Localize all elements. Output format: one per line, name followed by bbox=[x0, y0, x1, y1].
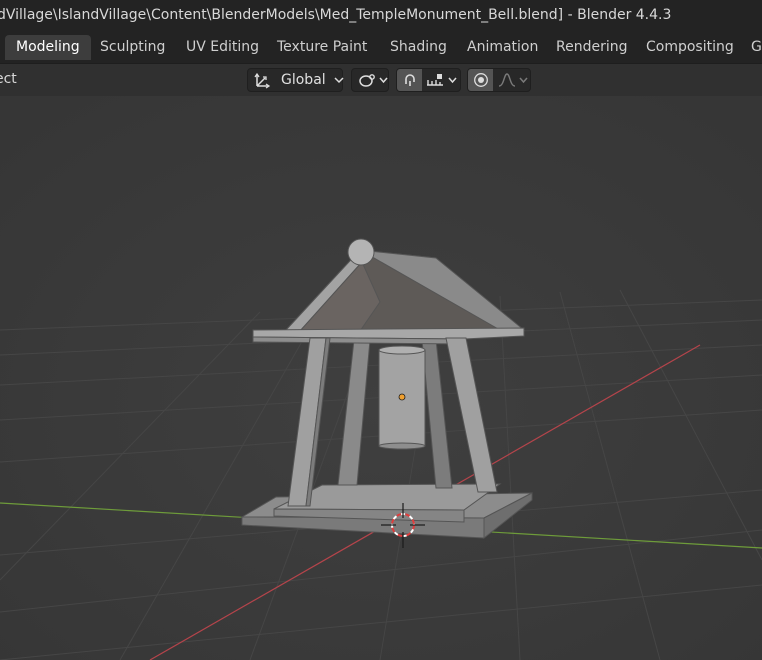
select-menu[interactable]: ect bbox=[0, 71, 17, 87]
object-origin-dot bbox=[398, 393, 406, 401]
3d-viewport[interactable] bbox=[0, 96, 762, 660]
falloff-curve-icon[interactable] bbox=[497, 72, 517, 88]
pivot-point-icon bbox=[358, 71, 378, 89]
tab-uv-editing[interactable]: UV Editing bbox=[175, 35, 270, 60]
tab-compositing[interactable]: Compositing bbox=[635, 35, 745, 60]
tab-texture-paint[interactable]: Texture Paint bbox=[266, 35, 378, 60]
tab-geometry-nodes[interactable]: Ge bbox=[740, 35, 762, 60]
chevron-down-icon bbox=[448, 76, 457, 84]
chevron-down-icon bbox=[379, 76, 388, 84]
transform-orientation-label: Global bbox=[281, 72, 326, 88]
workspace-tab-bar: Modeling Sculpting UV Editing Texture Pa… bbox=[0, 31, 762, 63]
pivot-point-dropdown[interactable] bbox=[351, 68, 389, 92]
chevron-down-icon bbox=[334, 76, 344, 84]
snap-increment-icon[interactable] bbox=[425, 72, 445, 88]
tab-modeling[interactable]: Modeling bbox=[5, 35, 91, 60]
tab-rendering[interactable]: Rendering bbox=[545, 35, 639, 60]
orientation-axes-icon bbox=[254, 71, 272, 89]
window-title-bar: dVillage\IslandVillage\Content\BlenderMo… bbox=[0, 0, 762, 31]
viewport-canvas bbox=[0, 96, 762, 660]
snap-magnet-icon[interactable] bbox=[397, 69, 422, 91]
chevron-down-icon bbox=[519, 76, 528, 84]
proportional-editing-group bbox=[467, 68, 531, 92]
viewport-header: ect Global bbox=[0, 63, 762, 97]
snapping-group bbox=[396, 68, 461, 92]
proportional-editing-icon[interactable] bbox=[468, 69, 493, 91]
window-title: dVillage\IslandVillage\Content\BlenderMo… bbox=[0, 7, 672, 23]
tab-animation[interactable]: Animation bbox=[456, 35, 549, 60]
tab-sculpting[interactable]: Sculpting bbox=[89, 35, 176, 60]
tab-shading[interactable]: Shading bbox=[379, 35, 458, 60]
transform-orientation-dropdown[interactable]: Global bbox=[247, 68, 344, 92]
